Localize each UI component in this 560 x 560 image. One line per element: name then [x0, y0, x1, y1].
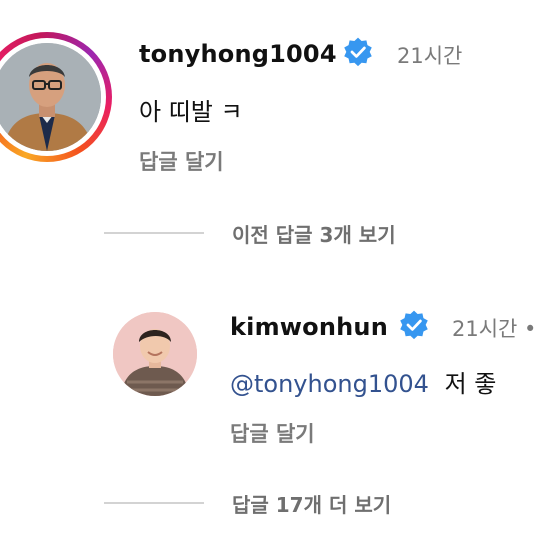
- avatar-photo: [113, 312, 197, 396]
- view-previous-replies-button[interactable]: 이전 답글 3개 보기: [232, 219, 396, 248]
- replies-divider: [104, 232, 204, 234]
- avatar[interactable]: [113, 312, 197, 396]
- verified-badge-icon: [342, 36, 374, 72]
- reply-username[interactable]: kimwonhun: [230, 313, 388, 341]
- replies-divider: [104, 502, 204, 504]
- comment-username[interactable]: tonyhong1004: [139, 40, 337, 68]
- reply-button[interactable]: 답글 달기: [139, 146, 224, 176]
- reply-timestamp: 21시간 •: [452, 317, 537, 341]
- avatar-story-ring[interactable]: [0, 32, 112, 162]
- verified-badge-icon: [398, 309, 430, 345]
- comment-timestamp: 21시간: [397, 44, 463, 68]
- reply-text-line: @tonyhong1004 저 좋: [230, 364, 496, 399]
- view-more-replies-button[interactable]: 답글 17개 더 보기: [232, 489, 391, 518]
- reply-button[interactable]: 답글 달기: [230, 418, 315, 448]
- reply-text: 저 좋: [444, 370, 497, 398]
- mention-link[interactable]: @tonyhong1004: [230, 370, 429, 398]
- comment-text: 아 띠발 ㅋ: [139, 98, 243, 126]
